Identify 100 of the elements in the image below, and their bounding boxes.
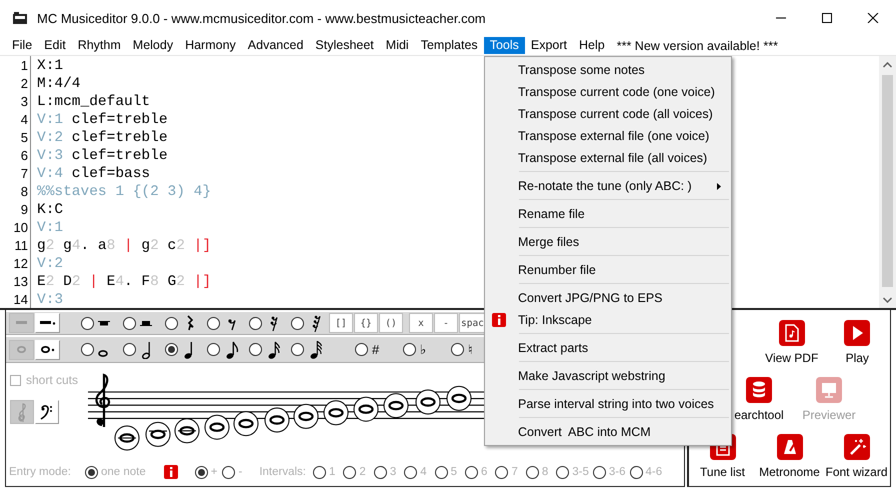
radio-button[interactable] xyxy=(165,343,178,356)
code-line[interactable]: M:4/4 xyxy=(37,75,81,93)
radio-button[interactable] xyxy=(207,343,220,356)
radio-button[interactable] xyxy=(123,316,136,330)
menu-item[interactable]: Renumber file xyxy=(485,259,731,281)
line-number: 12 xyxy=(12,255,29,273)
entry-mode-label: Entry mode: xyxy=(9,466,71,478)
whole-rest-icon xyxy=(98,320,110,326)
menu-item[interactable]: Transpose external file (one voice) xyxy=(485,125,731,147)
line-number: 2 xyxy=(20,75,29,93)
menu-item[interactable]: Rename file xyxy=(485,203,731,225)
radio-button[interactable] xyxy=(526,466,539,478)
menu-item[interactable]: Melody xyxy=(126,37,180,54)
radio-button[interactable] xyxy=(249,316,262,330)
code-line[interactable]: g2 g4. a8 | g2 c2 |] xyxy=(37,237,212,255)
radio-button[interactable] xyxy=(592,466,606,478)
radio-label: 3-5 xyxy=(572,466,589,478)
line-number: 7 xyxy=(20,165,29,183)
close-icon[interactable] xyxy=(867,13,879,23)
menu-item[interactable]: Stylesheet xyxy=(309,37,380,54)
code-line[interactable]: L:mcm_default xyxy=(37,93,150,111)
radio-button[interactable] xyxy=(85,466,98,478)
toolbar-button[interactable]: Metronome xyxy=(756,434,823,488)
scrollbar-thumb[interactable] xyxy=(882,75,893,287)
code-line[interactable]: E2 D2 | E4. F8 G2 |] xyxy=(37,273,212,291)
menu-item[interactable]: Extract parts xyxy=(485,337,731,359)
radio-button[interactable] xyxy=(403,343,416,356)
key-button[interactable]: x xyxy=(409,313,433,333)
code-line[interactable]: V:3 clef=treble xyxy=(37,147,168,165)
scrollbar[interactable] xyxy=(879,56,896,308)
code-line[interactable]: V:4 clef=bass xyxy=(37,165,150,183)
radio-button[interactable] xyxy=(630,466,642,478)
line-number: 11 xyxy=(14,237,29,255)
radio-button[interactable] xyxy=(374,466,387,478)
radio-label: 8 xyxy=(542,466,548,478)
radio-label: 7 xyxy=(511,466,518,478)
code-line[interactable]: K:C xyxy=(37,201,64,219)
scroll-up-icon[interactable] xyxy=(883,62,892,68)
menu-item[interactable]: Harmony xyxy=(179,37,242,54)
menu-item[interactable]: Tip: Inkscape xyxy=(485,309,731,331)
key-button[interactable]: () xyxy=(379,313,403,333)
menu-item[interactable]: Transpose current code (all voices) xyxy=(485,103,731,125)
code-line[interactable]: V:2 clef=treble xyxy=(37,129,168,147)
menu-item[interactable]: Advanced xyxy=(242,37,310,54)
toolbar-button[interactable]: Play xyxy=(824,320,890,377)
submenu-arrow-icon xyxy=(717,183,721,190)
radio-button[interactable] xyxy=(495,466,508,478)
radio-button[interactable] xyxy=(343,466,356,478)
radio-button[interactable] xyxy=(207,316,220,330)
radio-button[interactable] xyxy=(404,466,418,478)
menu-item[interactable]: Transpose external file (all voices) xyxy=(485,147,731,169)
whole-note-icon xyxy=(98,350,108,357)
menu-item[interactable]: Rhythm xyxy=(72,37,127,54)
accidental-label: # xyxy=(372,342,380,357)
radio-button[interactable] xyxy=(81,343,94,356)
key-button[interactable]: {} xyxy=(354,313,378,333)
radio-label: - xyxy=(238,466,242,478)
maximize-icon[interactable] xyxy=(821,13,833,23)
radio-button[interactable] xyxy=(313,466,326,478)
menu-item[interactable]: Tools xyxy=(484,37,525,54)
radio-button[interactable] xyxy=(194,466,208,478)
key-button[interactable]: - xyxy=(434,313,458,333)
radio-button[interactable] xyxy=(556,466,570,478)
radio-button[interactable] xyxy=(165,316,178,330)
menu-item[interactable]: Merge files xyxy=(485,231,731,253)
whole-note-icon xyxy=(40,346,54,353)
radio-label: 2 xyxy=(359,466,366,478)
line-number: 6 xyxy=(20,147,29,165)
menu-item[interactable]: Re-notate the tune (only ABC: ) xyxy=(485,175,731,197)
radio-button[interactable] xyxy=(434,466,448,478)
key-button[interactable]: spac xyxy=(459,313,486,333)
menu-item[interactable]: Transpose current code (one voice) xyxy=(485,81,731,103)
toolbar-button[interactable]: Font wizard xyxy=(823,434,890,488)
code-line[interactable]: V:1 clef=treble xyxy=(37,111,168,129)
radio-button[interactable] xyxy=(291,316,304,330)
checkbox[interactable] xyxy=(10,374,21,386)
menu-item[interactable]: File xyxy=(6,37,38,54)
code-line[interactable]: X:1 xyxy=(37,57,64,75)
radio-button[interactable] xyxy=(355,343,368,356)
menu-item[interactable]: Help xyxy=(573,37,611,54)
menu-item[interactable]: Edit xyxy=(38,37,72,54)
menu-item[interactable]: Convert JPG/PNG to EPS xyxy=(485,287,731,309)
radio-button[interactable] xyxy=(123,343,136,356)
key-button[interactable]: [] xyxy=(329,313,353,333)
update-notice[interactable]: *** New version available! *** xyxy=(616,38,778,52)
radio-button[interactable] xyxy=(81,316,94,330)
radio-button[interactable] xyxy=(451,343,464,356)
menu-item[interactable]: Transpose some notes xyxy=(485,59,731,81)
menu-item[interactable]: Export xyxy=(524,37,574,54)
radio-button[interactable] xyxy=(291,343,304,356)
radio-button[interactable] xyxy=(249,343,262,356)
radio-button[interactable] xyxy=(222,466,236,478)
radio-label: 3 xyxy=(390,466,396,478)
accidental-label: ♮ xyxy=(468,342,473,357)
menu-item[interactable]: Midi xyxy=(380,37,415,54)
menu-item[interactable]: Templates xyxy=(414,37,484,54)
toolbar-button[interactable]: View PDF xyxy=(759,320,824,377)
eighth-note-icon xyxy=(224,340,240,358)
radio-button[interactable] xyxy=(465,466,478,478)
scroll-down-icon[interactable] xyxy=(883,296,892,302)
